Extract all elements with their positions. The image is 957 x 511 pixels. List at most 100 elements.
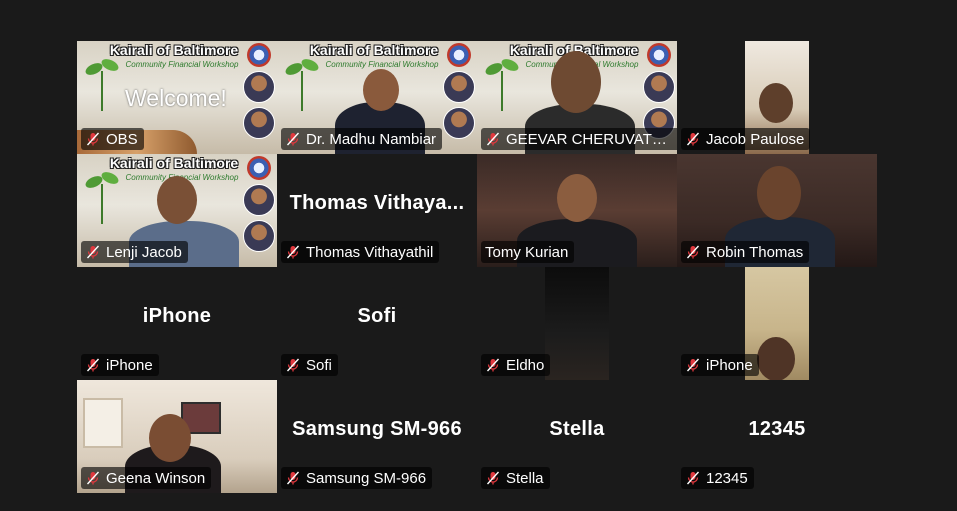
- mic-muted-icon: [686, 132, 700, 146]
- participant-label: Jacob Paulose: [681, 128, 811, 150]
- participant-name: OBS: [106, 130, 138, 148]
- participant-name: Dr. Madhu Nambiar: [306, 130, 437, 148]
- participant-label: GEEVAR CHERUVATHO...: [481, 128, 677, 150]
- participant-name: GEEVAR CHERUVATHO...: [506, 130, 675, 148]
- window-image: [83, 398, 123, 448]
- speaker-thumbnail: [443, 71, 475, 103]
- logo-icon: [447, 43, 471, 67]
- mic-muted-icon: [286, 358, 300, 372]
- plant-icon: [85, 172, 119, 224]
- participant-name: Eldho: [506, 356, 545, 374]
- participant-video: [157, 176, 197, 224]
- participant-tile-eldho[interactable]: Eldho: [477, 267, 677, 380]
- participant-label: Dr. Madhu Nambiar: [281, 128, 443, 150]
- participant-tile-thomas[interactable]: Thomas Vithaya... Thomas Vithayathil: [277, 154, 477, 267]
- participant-label: Tomy Kurian: [481, 241, 575, 263]
- participant-name: Stella: [506, 469, 544, 487]
- participant-video: [557, 174, 597, 222]
- participant-name: Tomy Kurian: [485, 243, 569, 261]
- participant-tile-sofi[interactable]: Sofi Sofi: [277, 267, 477, 380]
- participant-display-name: Sofi: [357, 305, 397, 327]
- participant-display-name: iPhone: [142, 305, 212, 327]
- mic-muted-icon: [686, 245, 700, 259]
- participant-tile-obs[interactable]: Kairali of Baltimore Community Financial…: [77, 41, 277, 154]
- mic-muted-icon: [486, 471, 500, 485]
- mic-muted-icon: [486, 132, 500, 146]
- participant-display-name: Thomas Vithaya...: [289, 192, 465, 214]
- participant-label: Stella: [481, 467, 550, 489]
- speaker-thumbnail: [243, 71, 275, 103]
- participant-tile-robin[interactable]: Robin Thomas: [677, 154, 877, 267]
- participant-name: iPhone: [706, 356, 753, 374]
- plant-icon: [485, 59, 519, 111]
- logo-icon: [247, 43, 271, 67]
- participant-label: Sofi: [281, 354, 338, 376]
- participant-tile-madhu[interactable]: Kairali of Baltimore Community Financial…: [277, 41, 477, 154]
- participant-tile-stella[interactable]: Stella Stella: [477, 380, 677, 493]
- participant-name: iPhone: [106, 356, 153, 374]
- participant-tile-geena[interactable]: Geena Winson: [77, 380, 277, 493]
- mic-muted-icon: [86, 132, 100, 146]
- participant-name: Thomas Vithayathil: [306, 243, 434, 261]
- participant-display-name: Stella: [549, 418, 605, 440]
- participant-name: Geena Winson: [106, 469, 206, 487]
- mic-muted-icon: [286, 132, 300, 146]
- participant-name: Sofi: [306, 356, 332, 374]
- participant-video: [759, 83, 793, 123]
- welcome-text: Welcome!: [125, 85, 227, 111]
- participant-label: Eldho: [481, 354, 551, 376]
- participant-label: 12345: [681, 467, 754, 489]
- participant-name: Lenji Jacob: [106, 243, 182, 261]
- participant-tile-iphone-2[interactable]: iPhone: [677, 267, 877, 380]
- participant-tile-samsung[interactable]: Samsung SM-966 Samsung SM-966: [277, 380, 477, 493]
- plant-icon: [285, 59, 319, 111]
- participant-label: Thomas Vithayathil: [281, 241, 440, 263]
- speaker-thumbnail: [643, 71, 675, 103]
- participant-name: Jacob Paulose: [706, 130, 805, 148]
- participant-label: OBS: [81, 128, 144, 150]
- banner-title: Kairali of Baltimore: [109, 42, 239, 58]
- participant-label: Robin Thomas: [681, 241, 810, 263]
- speaker-thumbnail: [243, 107, 275, 139]
- participant-video: [757, 166, 801, 220]
- participant-video: [363, 69, 399, 111]
- mic-muted-icon: [86, 358, 100, 372]
- banner-title: Kairali of Baltimore: [109, 155, 239, 171]
- participant-display-name: 12345: [748, 418, 806, 440]
- plant-icon: [85, 59, 119, 111]
- participant-video: [545, 267, 609, 380]
- participant-label: Lenji Jacob: [81, 241, 188, 263]
- participant-name: 12345: [706, 469, 748, 487]
- participant-tile-geevar[interactable]: Kairali of Baltimore Community Financial…: [477, 41, 677, 154]
- participant-tile-tomy-active-speaker[interactable]: Tomy Kurian: [477, 154, 677, 267]
- banner-subtitle: Community Financial Workshop: [325, 60, 439, 69]
- participant-name: Samsung SM-966: [306, 469, 427, 487]
- participant-tile-12345[interactable]: 12345 12345: [677, 380, 877, 493]
- banner-title: Kairali of Baltimore: [309, 42, 439, 58]
- participant-video: [551, 51, 601, 113]
- participant-label: Geena Winson: [81, 467, 212, 489]
- banner-subtitle: Community Financial Workshop: [125, 60, 239, 69]
- mic-muted-icon: [686, 471, 700, 485]
- mic-muted-icon: [286, 245, 300, 259]
- participant-name: Robin Thomas: [706, 243, 804, 261]
- participant-tile-iphone-1[interactable]: iPhone iPhone: [77, 267, 277, 380]
- mic-muted-icon: [86, 245, 100, 259]
- logo-icon: [647, 43, 671, 67]
- speaker-thumbnail: [243, 220, 275, 252]
- participant-label: Samsung SM-966: [281, 467, 433, 489]
- participant-video: [149, 414, 191, 462]
- participant-label: iPhone: [81, 354, 159, 376]
- mic-muted-icon: [486, 358, 500, 372]
- mic-muted-icon: [86, 471, 100, 485]
- mic-muted-icon: [686, 358, 700, 372]
- participant-display-name: Samsung SM-966: [292, 418, 462, 440]
- video-grid: Kairali of Baltimore Community Financial…: [77, 41, 877, 493]
- logo-icon: [247, 156, 271, 180]
- participant-tile-jacob[interactable]: Jacob Paulose: [677, 41, 877, 154]
- participant-label: iPhone: [681, 354, 759, 376]
- speaker-thumbnail: [243, 184, 275, 216]
- mic-muted-icon: [286, 471, 300, 485]
- participant-video: [757, 337, 795, 380]
- participant-tile-lenji[interactable]: Kairali of Baltimore Community Financial…: [77, 154, 277, 267]
